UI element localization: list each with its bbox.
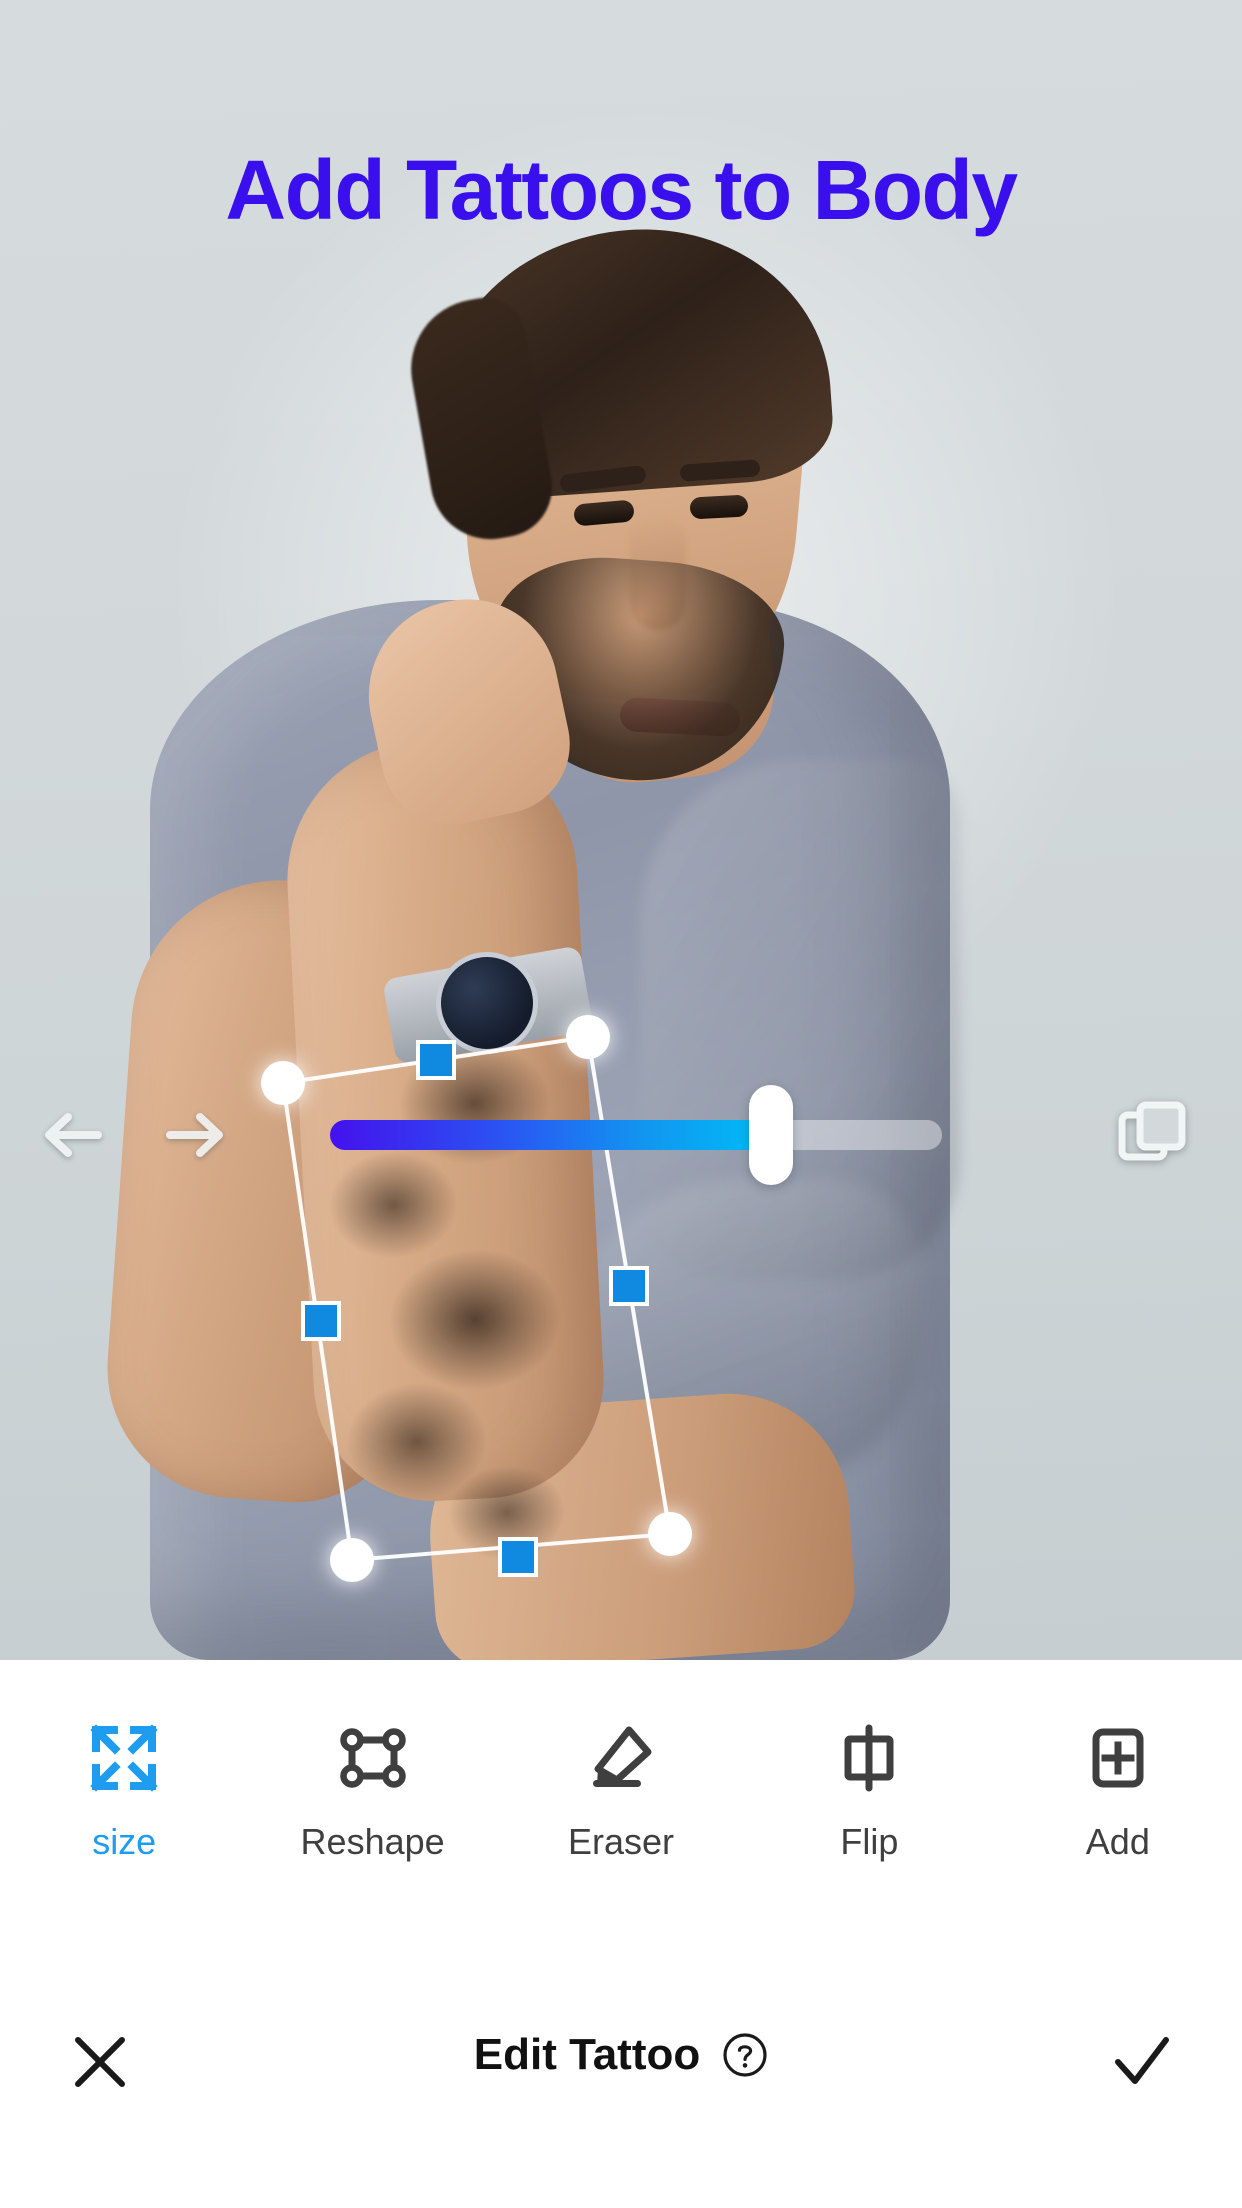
question-circle-icon[interactable] [722,2032,768,2078]
handle-edge-top[interactable] [416,1040,456,1080]
tool-size[interactable]: size [0,1722,248,1860]
reshape-nodes-icon [337,1722,409,1794]
handle-corner-bottom-left[interactable] [330,1538,374,1582]
confirm-button[interactable] [1042,2032,1242,2092]
eraser-icon [585,1722,657,1794]
handle-edge-bottom[interactable] [498,1537,538,1577]
canvas-overlay-controls [0,1080,1242,1190]
slider-fill [330,1120,771,1150]
close-x-icon [70,2032,130,2092]
action-bar: Edit Tattoo [0,1990,1242,2208]
handle-edge-left[interactable] [301,1301,341,1341]
slider-thumb[interactable] [748,1085,793,1185]
flip-horizontal-icon [833,1722,905,1794]
tool-reshape[interactable]: Reshape [248,1722,496,1860]
page-title: Add Tattoos to Body [225,143,1018,237]
tool-label-add: Add [1085,1821,1150,1862]
expand-arrows-icon [88,1722,160,1794]
layers-icon [1114,1097,1190,1173]
tool-label-reshape: Reshape [300,1821,445,1862]
tattoo-selection-mesh[interactable] [0,0,1242,1660]
add-plus-box-icon [1082,1722,1154,1794]
action-bar-title: Edit Tattoo [473,2030,701,2079]
tool-label-size: size [92,1821,157,1862]
handle-edge-right[interactable] [609,1266,649,1306]
arrow-left-icon [36,1105,108,1165]
mesh-lines [280,1034,673,1563]
tool-flip[interactable]: Flip [745,1722,993,1860]
app-root: Add Tattoos to Body size Reshape Eraser … [0,0,1242,2208]
action-bar-title-group: Edit Tattoo [200,2032,1042,2078]
opacity-slider[interactable] [330,1085,942,1185]
arrow-right-icon [160,1105,232,1165]
handle-corner-top-right[interactable] [566,1015,610,1059]
tool-eraser[interactable]: Eraser [497,1722,745,1860]
photo-canvas[interactable]: Add Tattoos to Body [0,0,1242,1660]
cancel-button[interactable] [0,2032,200,2092]
check-icon [1110,2032,1174,2092]
handle-corner-bottom-right[interactable] [648,1512,692,1556]
undo-button[interactable] [36,1105,108,1165]
tool-label-eraser: Eraser [568,1821,675,1862]
tool-add[interactable]: Add [994,1722,1242,1860]
edit-toolbar: size Reshape Eraser Flip Add [0,1660,1242,1990]
tool-label-flip: Flip [840,1821,899,1862]
redo-button[interactable] [160,1105,232,1165]
layers-button[interactable] [1114,1097,1190,1173]
